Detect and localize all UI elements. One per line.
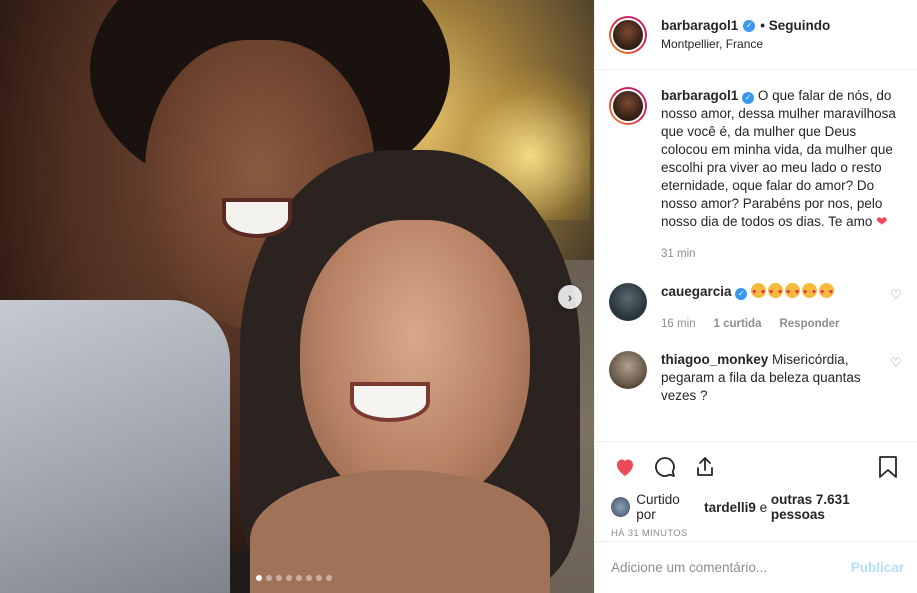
caption-text: O que falar de nós, do nosso amor, dessa… (661, 88, 896, 229)
verified-badge-icon: ✓ (735, 288, 748, 300)
comment-username[interactable]: cauegarcia (661, 284, 732, 299)
liked-by-user[interactable]: tardelli9 (704, 500, 756, 515)
caption: barbaragol1 ✓ O que falar de nós, do nos… (609, 87, 904, 263)
caption-author-avatar[interactable] (609, 87, 647, 125)
carousel-dot (256, 575, 262, 581)
caption-username[interactable]: barbaragol1 (661, 88, 738, 103)
commenter-avatar[interactable] (609, 351, 647, 389)
author-username[interactable]: barbaragol1 (661, 18, 738, 33)
person-left-smile (222, 198, 292, 238)
comment-emojis (751, 283, 836, 302)
bookmark-icon[interactable] (874, 453, 902, 481)
reply-button[interactable]: Responder (779, 315, 839, 333)
verified-badge-icon: ✓ (743, 19, 756, 32)
liker-avatar[interactable] (611, 497, 631, 517)
comment-item: cauegarcia ✓ 16 min 1 curtida Responder … (609, 283, 904, 333)
person-left-top (0, 300, 230, 593)
comment-likes[interactable]: 1 curtida (714, 315, 762, 333)
carousel-next-button[interactable]: › (558, 285, 582, 309)
liked-by: Curtido por tardelli9 e outras 7.631 pes… (611, 492, 902, 522)
heart-eyes-emoji-icon (785, 283, 801, 302)
heart-eyes-emoji-icon (768, 283, 784, 302)
chevron-right-icon: › (567, 289, 573, 305)
commenter-avatar[interactable] (609, 283, 647, 321)
carousel-dot (286, 575, 292, 581)
carousel-dot (306, 575, 312, 581)
comment-item: thiagoo_monkey Misericórdia, pegaram a f… (609, 351, 904, 405)
instagram-post-modal: › barbaragol1 ✓ • Seguindo Montpellier, … (0, 0, 917, 593)
person-right-face (300, 220, 530, 510)
comment-like-heart-icon[interactable]: ♡ (890, 355, 904, 405)
carousel-dot (296, 575, 302, 581)
publish-button[interactable]: Publicar (851, 560, 904, 575)
post-header: barbaragol1 ✓ • Seguindo Montpellier, Fr… (595, 0, 917, 70)
comment-icon[interactable] (651, 453, 679, 481)
post-timestamp[interactable]: HÁ 31 MINUTOS (611, 528, 902, 539)
post-location[interactable]: Montpellier, France (661, 37, 830, 51)
red-heart-emoji: ❤ (876, 214, 888, 229)
carousel-dot (326, 575, 332, 581)
heart-eyes-emoji-icon (819, 283, 835, 302)
comment-input[interactable] (611, 560, 851, 575)
liked-by-others[interactable]: outras 7.631 pessoas (771, 492, 902, 522)
post-side-panel: barbaragol1 ✓ • Seguindo Montpellier, Fr… (594, 0, 917, 593)
verified-badge-icon: ✓ (742, 92, 755, 104)
comment-like-heart-icon[interactable]: ♡ (890, 287, 904, 333)
author-avatar[interactable] (609, 15, 647, 54)
heart-filled-icon[interactable] (611, 453, 639, 481)
liked-by-middle: e (759, 499, 768, 515)
heart-eyes-emoji-icon (751, 283, 767, 302)
post-actions: Curtido por tardelli9 e outras 7.631 pes… (595, 441, 917, 539)
person-right-smile (350, 382, 430, 422)
liked-by-prefix: Curtido por (636, 492, 680, 522)
post-photo[interactable]: › (0, 0, 594, 593)
share-icon[interactable] (691, 453, 719, 481)
comment-time[interactable]: 16 min (661, 315, 696, 333)
carousel-dots (256, 575, 332, 581)
follow-status[interactable]: • Seguindo (760, 18, 830, 33)
carousel-dot (276, 575, 282, 581)
comment-username[interactable]: thiagoo_monkey (661, 352, 768, 367)
comments-section: barbaragol1 ✓ O que falar de nós, do nos… (595, 71, 917, 441)
add-comment-bar: Publicar (595, 541, 917, 593)
carousel-dot (266, 575, 272, 581)
caption-time[interactable]: 31 min (661, 245, 696, 263)
carousel-dot (316, 575, 322, 581)
heart-eyes-emoji-icon (802, 283, 818, 302)
